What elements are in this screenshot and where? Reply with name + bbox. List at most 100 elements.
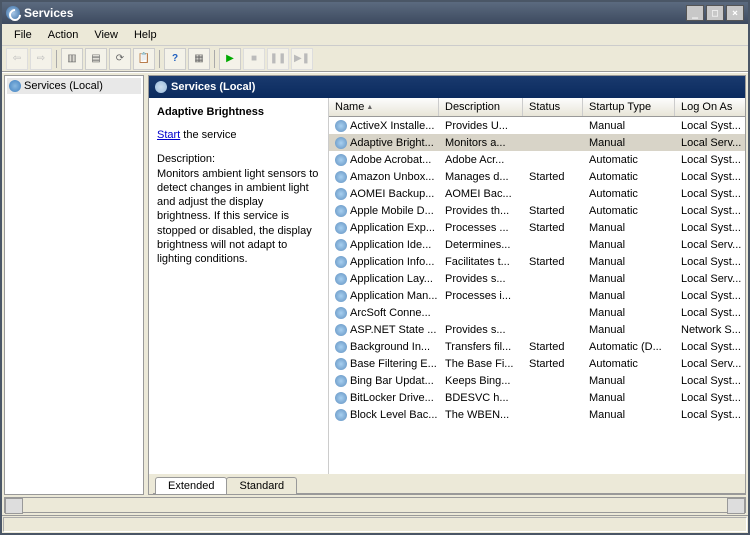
show-hide-button[interactable]: ▥: [61, 48, 83, 70]
tree-root-label: Services (Local): [24, 80, 103, 92]
tree-panel[interactable]: Services (Local): [4, 75, 144, 495]
table-row[interactable]: Amazon Unbox...Manages d...StartedAutoma…: [329, 168, 745, 185]
cell-description: Keeps Bing...: [439, 374, 523, 388]
minimize-button[interactable]: _: [686, 5, 704, 21]
menu-view[interactable]: View: [86, 26, 126, 44]
cell-logon: Local Serv...: [675, 136, 745, 150]
menu-file[interactable]: File: [6, 26, 40, 44]
table-row[interactable]: ASP.NET State ...Provides s...ManualNetw…: [329, 321, 745, 338]
service-icon: [335, 171, 347, 183]
col-startup-type[interactable]: Startup Type: [583, 98, 675, 116]
cell-startup: Manual: [583, 306, 675, 320]
back-button[interactable]: ⇦: [6, 48, 28, 70]
cell-startup: Manual: [583, 323, 675, 337]
start-service-button[interactable]: ▶: [219, 48, 241, 70]
restart-service-button[interactable]: ▶❚: [291, 48, 313, 70]
cell-startup: Automatic: [583, 170, 675, 184]
cell-status: [523, 159, 583, 161]
cell-name: Adobe Acrobat...: [329, 153, 439, 167]
table-row[interactable]: BitLocker Drive...BDESVC h...ManualLocal…: [329, 389, 745, 406]
cell-name: Base Filtering E...: [329, 357, 439, 371]
cell-name: Background In...: [329, 340, 439, 354]
close-button[interactable]: ×: [726, 5, 744, 21]
list-button[interactable]: ▦: [188, 48, 210, 70]
col-log-on-as[interactable]: Log On As: [675, 98, 745, 116]
cell-logon: Local Syst...: [675, 221, 745, 235]
content-area: Services (Local) Services (Local) Adapti…: [2, 72, 748, 497]
cell-name: Block Level Bac...: [329, 408, 439, 422]
service-icon: [335, 239, 347, 251]
cell-startup: Automatic: [583, 187, 675, 201]
export-button[interactable]: 📋: [133, 48, 155, 70]
cell-description: The Base Fi...: [439, 357, 523, 371]
cell-startup: Automatic (D...: [583, 340, 675, 354]
cell-startup: Automatic: [583, 153, 675, 167]
table-row[interactable]: Block Level Bac...The WBEN...ManualLocal…: [329, 406, 745, 423]
cell-name: Apple Mobile D...: [329, 204, 439, 218]
cell-startup: Manual: [583, 238, 675, 252]
start-service-link[interactable]: Start: [157, 129, 180, 141]
pause-service-button[interactable]: ❚❚: [267, 48, 289, 70]
cell-logon: Local Syst...: [675, 289, 745, 303]
cell-description: Determines...: [439, 238, 523, 252]
description-label: Description:: [157, 153, 215, 165]
cell-status: Started: [523, 170, 583, 184]
sort-asc-icon: ▲: [366, 104, 373, 111]
cell-description: AOMEI Bac...: [439, 187, 523, 201]
tab-standard[interactable]: Standard: [226, 477, 297, 494]
help-button[interactable]: ?: [164, 48, 186, 70]
table-row[interactable]: Application Info...Facilitates t...Start…: [329, 253, 745, 270]
cell-logon: Local Syst...: [675, 408, 745, 422]
cell-logon: Local Syst...: [675, 153, 745, 167]
cell-status: [523, 125, 583, 127]
panel-body: Adaptive Brightness Start the service De…: [149, 98, 745, 474]
selected-service-name: Adaptive Brightness: [157, 106, 320, 118]
horizontal-scrollbar[interactable]: [4, 497, 746, 513]
cell-name: Bing Bar Updat...: [329, 374, 439, 388]
menu-action[interactable]: Action: [40, 26, 87, 44]
table-row[interactable]: Base Filtering E...The Base Fi...Started…: [329, 355, 745, 372]
table-row[interactable]: Apple Mobile D...Provides th...StartedAu…: [329, 202, 745, 219]
table-row[interactable]: Application Exp...Processes ...StartedMa…: [329, 219, 745, 236]
col-status[interactable]: Status: [523, 98, 583, 116]
service-icon: [335, 290, 347, 302]
refresh-button[interactable]: ⟳: [109, 48, 131, 70]
service-icon: [335, 324, 347, 336]
title-bar[interactable]: Services _ □ ×: [2, 2, 748, 24]
cell-name: Adaptive Bright...: [329, 136, 439, 150]
service-icon: [335, 137, 347, 149]
cell-status: Started: [523, 357, 583, 371]
table-row[interactable]: Background In...Transfers fil...StartedA…: [329, 338, 745, 355]
cell-logon: Local Syst...: [675, 340, 745, 354]
table-row[interactable]: ActiveX Installe...Provides U...ManualLo…: [329, 117, 745, 134]
cell-name: ActiveX Installe...: [329, 119, 439, 133]
cell-name: Application Man...: [329, 289, 439, 303]
maximize-button[interactable]: □: [706, 5, 724, 21]
gear-icon: [155, 81, 167, 93]
service-icon: [335, 256, 347, 268]
table-row[interactable]: Bing Bar Updat...Keeps Bing...ManualLoca…: [329, 372, 745, 389]
table-row[interactable]: Application Lay...Provides s...ManualLoc…: [329, 270, 745, 287]
cell-description: Monitors a...: [439, 136, 523, 150]
table-row[interactable]: Application Ide...Determines...ManualLoc…: [329, 236, 745, 253]
table-row[interactable]: AOMEI Backup...AOMEI Bac...AutomaticLoca…: [329, 185, 745, 202]
menu-help[interactable]: Help: [126, 26, 165, 44]
list-body[interactable]: ActiveX Installe...Provides U...ManualLo…: [329, 117, 745, 474]
stop-service-button[interactable]: ■: [243, 48, 265, 70]
col-name[interactable]: Name▲: [329, 98, 439, 116]
forward-button[interactable]: ⇨: [30, 48, 52, 70]
table-row[interactable]: ArcSoft Conne...ManualLocal Syst...: [329, 304, 745, 321]
tree-root-item[interactable]: Services (Local): [7, 78, 141, 94]
col-description[interactable]: Description: [439, 98, 523, 116]
cell-description: Processes ...: [439, 221, 523, 235]
cell-status: Started: [523, 340, 583, 354]
cell-logon: Local Syst...: [675, 391, 745, 405]
table-row[interactable]: Adaptive Bright...Monitors a... ManualLoc…: [329, 134, 745, 151]
cell-name: AOMEI Backup...: [329, 187, 439, 201]
tab-extended[interactable]: Extended: [155, 477, 227, 494]
properties-button[interactable]: ▤: [85, 48, 107, 70]
cell-startup: Manual: [583, 136, 675, 150]
cell-status: [523, 278, 583, 280]
table-row[interactable]: Application Man...Processes i...ManualLo…: [329, 287, 745, 304]
table-row[interactable]: Adobe Acrobat...Adobe Acr...AutomaticLoc…: [329, 151, 745, 168]
